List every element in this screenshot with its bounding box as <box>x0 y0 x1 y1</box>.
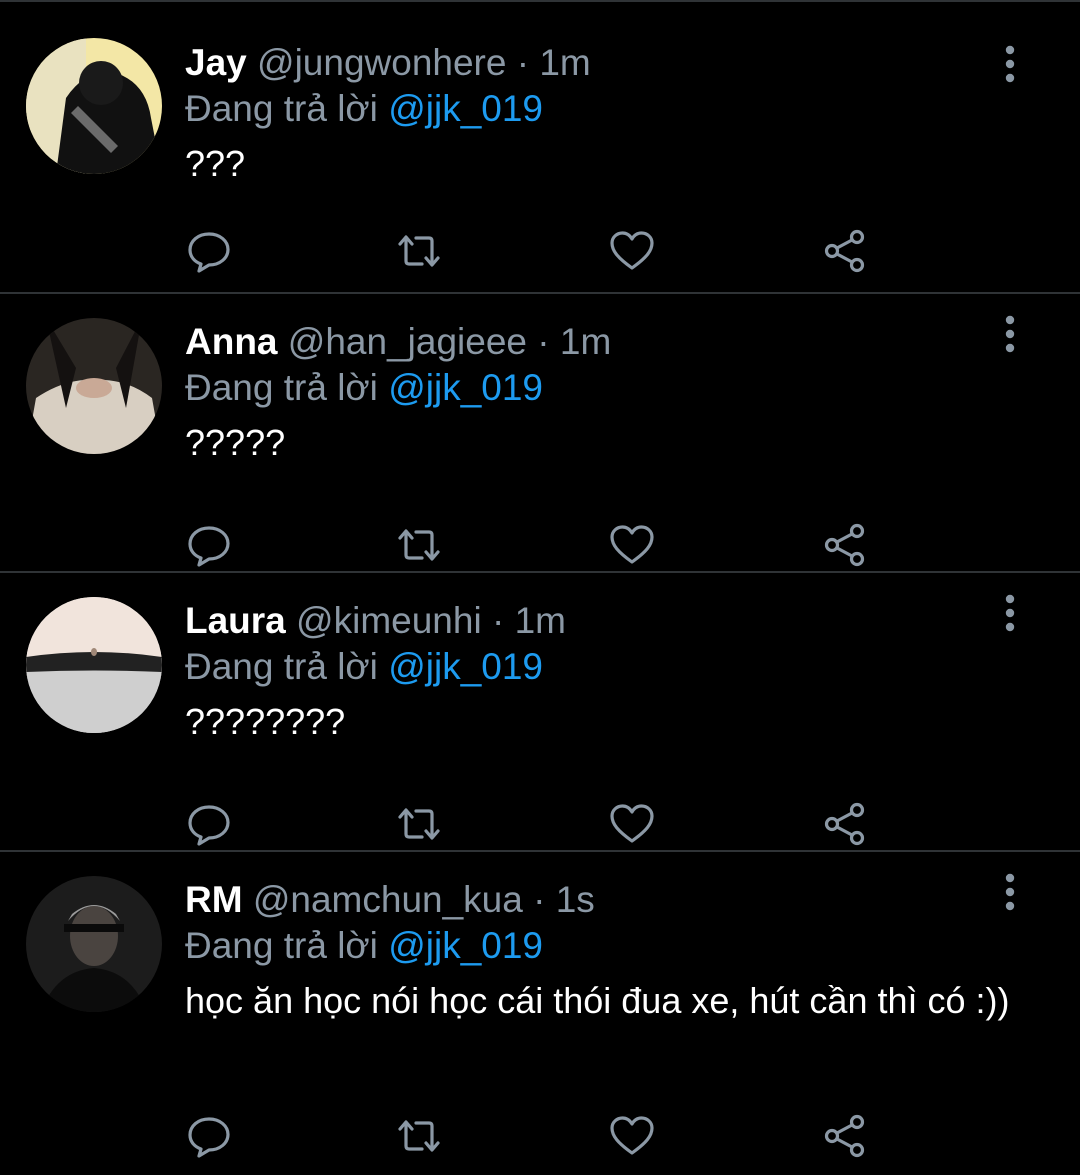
tweet-content: Anna @han_jagieee · 1m Đang trả lời @jjk… <box>185 319 1020 467</box>
tweet-item[interactable]: Anna @han_jagieee · 1m Đang trả lời @jjk… <box>0 294 1080 573</box>
reply-bubble-icon <box>188 526 230 567</box>
timestamp[interactable]: 1m <box>560 321 611 362</box>
reply-bubble-icon <box>188 1117 230 1158</box>
tweet-header: RM @namchun_kua · 1s <box>185 877 1020 923</box>
user-handle[interactable]: @namchun_kua <box>253 879 523 920</box>
share-button[interactable] <box>821 800 869 848</box>
reply-bubble-icon <box>188 805 230 846</box>
tweet-item[interactable]: RM @namchun_kua · 1s Đang trả lời @jjk_0… <box>0 852 1080 1172</box>
tweet-content: Laura @kimeunhi · 1m Đang trả lời @jjk_0… <box>185 598 1020 746</box>
tweet-text: học ăn học nói học cái thói đua xe, hút … <box>185 980 1010 1021</box>
retweet-button[interactable] <box>395 800 443 848</box>
separator-dot: · <box>516 42 530 83</box>
share-icon <box>824 523 865 567</box>
reply-button[interactable] <box>185 521 233 569</box>
retweet-button[interactable] <box>395 521 443 569</box>
heart-icon <box>610 804 654 843</box>
like-button[interactable] <box>608 1112 656 1160</box>
replying-to: Đang trả lời @jjk_019 <box>185 644 1020 690</box>
heart-icon <box>610 525 654 564</box>
tweet-text: ????? <box>185 422 286 463</box>
avatar[interactable] <box>26 597 162 733</box>
retweet-icon <box>398 529 440 561</box>
display-name[interactable]: Jay <box>185 42 247 83</box>
replying-label: Đang trả lời <box>185 646 378 687</box>
retweet-icon <box>398 235 440 267</box>
separator-dot: · <box>533 879 546 920</box>
reply-mention-link[interactable]: @jjk_019 <box>388 925 543 966</box>
reply-bubble-icon <box>188 232 230 273</box>
tweet-text: ???????? <box>185 701 346 742</box>
retweet-icon <box>398 808 440 840</box>
more-vertical-icon <box>1005 315 1015 353</box>
more-vertical-icon <box>1005 594 1015 632</box>
tweet-item[interactable]: Jay @jungwonhere · 1m Đang trả lời @jjk_… <box>0 2 1080 294</box>
more-options-button[interactable] <box>998 593 1022 633</box>
display-name[interactable]: Anna <box>185 321 278 362</box>
share-icon <box>824 802 865 846</box>
tweet-header: Jay @jungwonhere · 1m <box>185 40 1020 86</box>
heart-icon <box>610 231 654 270</box>
timestamp[interactable]: 1m <box>539 42 590 83</box>
more-vertical-icon <box>1005 873 1015 911</box>
replying-to: Đang trả lời @jjk_019 <box>185 923 1020 969</box>
share-button[interactable] <box>821 521 869 569</box>
more-vertical-icon <box>1005 45 1015 83</box>
action-bar <box>185 521 885 569</box>
avatar[interactable] <box>26 38 162 174</box>
retweet-button[interactable] <box>395 1112 443 1160</box>
like-button[interactable] <box>608 800 656 848</box>
tweet-content: RM @namchun_kua · 1s Đang trả lời @jjk_0… <box>185 877 1020 1025</box>
user-handle[interactable]: @han_jagieee <box>288 321 527 362</box>
share-button[interactable] <box>821 1112 869 1160</box>
separator-dot: · <box>537 321 550 362</box>
tweet-item[interactable]: Laura @kimeunhi · 1m Đang trả lời @jjk_0… <box>0 573 1080 852</box>
avatar[interactable] <box>26 318 162 454</box>
reply-mention-link[interactable]: @jjk_019 <box>388 646 543 687</box>
tweet-header: Anna @han_jagieee · 1m <box>185 319 1020 365</box>
timestamp[interactable]: 1s <box>556 879 595 920</box>
share-icon <box>824 229 865 273</box>
reply-button[interactable] <box>185 1112 233 1160</box>
reply-mention-link[interactable]: @jjk_019 <box>388 367 543 408</box>
replying-label: Đang trả lời <box>185 88 378 129</box>
reply-mention-link[interactable]: @jjk_019 <box>388 88 543 129</box>
avatar-image <box>26 318 162 454</box>
timestamp[interactable]: 1m <box>515 600 566 641</box>
action-bar <box>185 1112 885 1160</box>
more-options-button[interactable] <box>998 314 1022 354</box>
avatar-image <box>26 38 162 174</box>
retweet-icon <box>398 1120 440 1152</box>
user-handle[interactable]: @jungwonhere <box>257 42 506 83</box>
tweet-text: ??? <box>185 143 246 184</box>
replying-label: Đang trả lời <box>185 367 378 408</box>
reply-button[interactable] <box>185 800 233 848</box>
like-button[interactable] <box>608 521 656 569</box>
more-options-button[interactable] <box>998 44 1022 84</box>
replying-to: Đang trả lời @jjk_019 <box>185 86 1020 132</box>
display-name[interactable]: Laura <box>185 600 286 641</box>
share-icon <box>824 1114 865 1158</box>
more-options-button[interactable] <box>998 872 1022 912</box>
avatar-image <box>26 597 162 733</box>
separator-dot: · <box>491 600 505 641</box>
reply-button[interactable] <box>185 227 233 275</box>
action-bar <box>185 227 885 275</box>
heart-icon <box>610 1116 654 1155</box>
replying-to: Đang trả lời @jjk_019 <box>185 365 1020 411</box>
avatar[interactable] <box>26 876 162 1012</box>
action-bar <box>185 800 885 848</box>
user-handle[interactable]: @kimeunhi <box>296 600 482 641</box>
replying-label: Đang trả lời <box>185 925 378 966</box>
share-button[interactable] <box>821 227 869 275</box>
like-button[interactable] <box>608 227 656 275</box>
display-name[interactable]: RM <box>185 879 243 920</box>
retweet-button[interactable] <box>395 227 443 275</box>
tweet-content: Jay @jungwonhere · 1m Đang trả lời @jjk_… <box>185 40 1020 188</box>
tweet-header: Laura @kimeunhi · 1m <box>185 598 1020 644</box>
avatar-image <box>26 876 162 1012</box>
